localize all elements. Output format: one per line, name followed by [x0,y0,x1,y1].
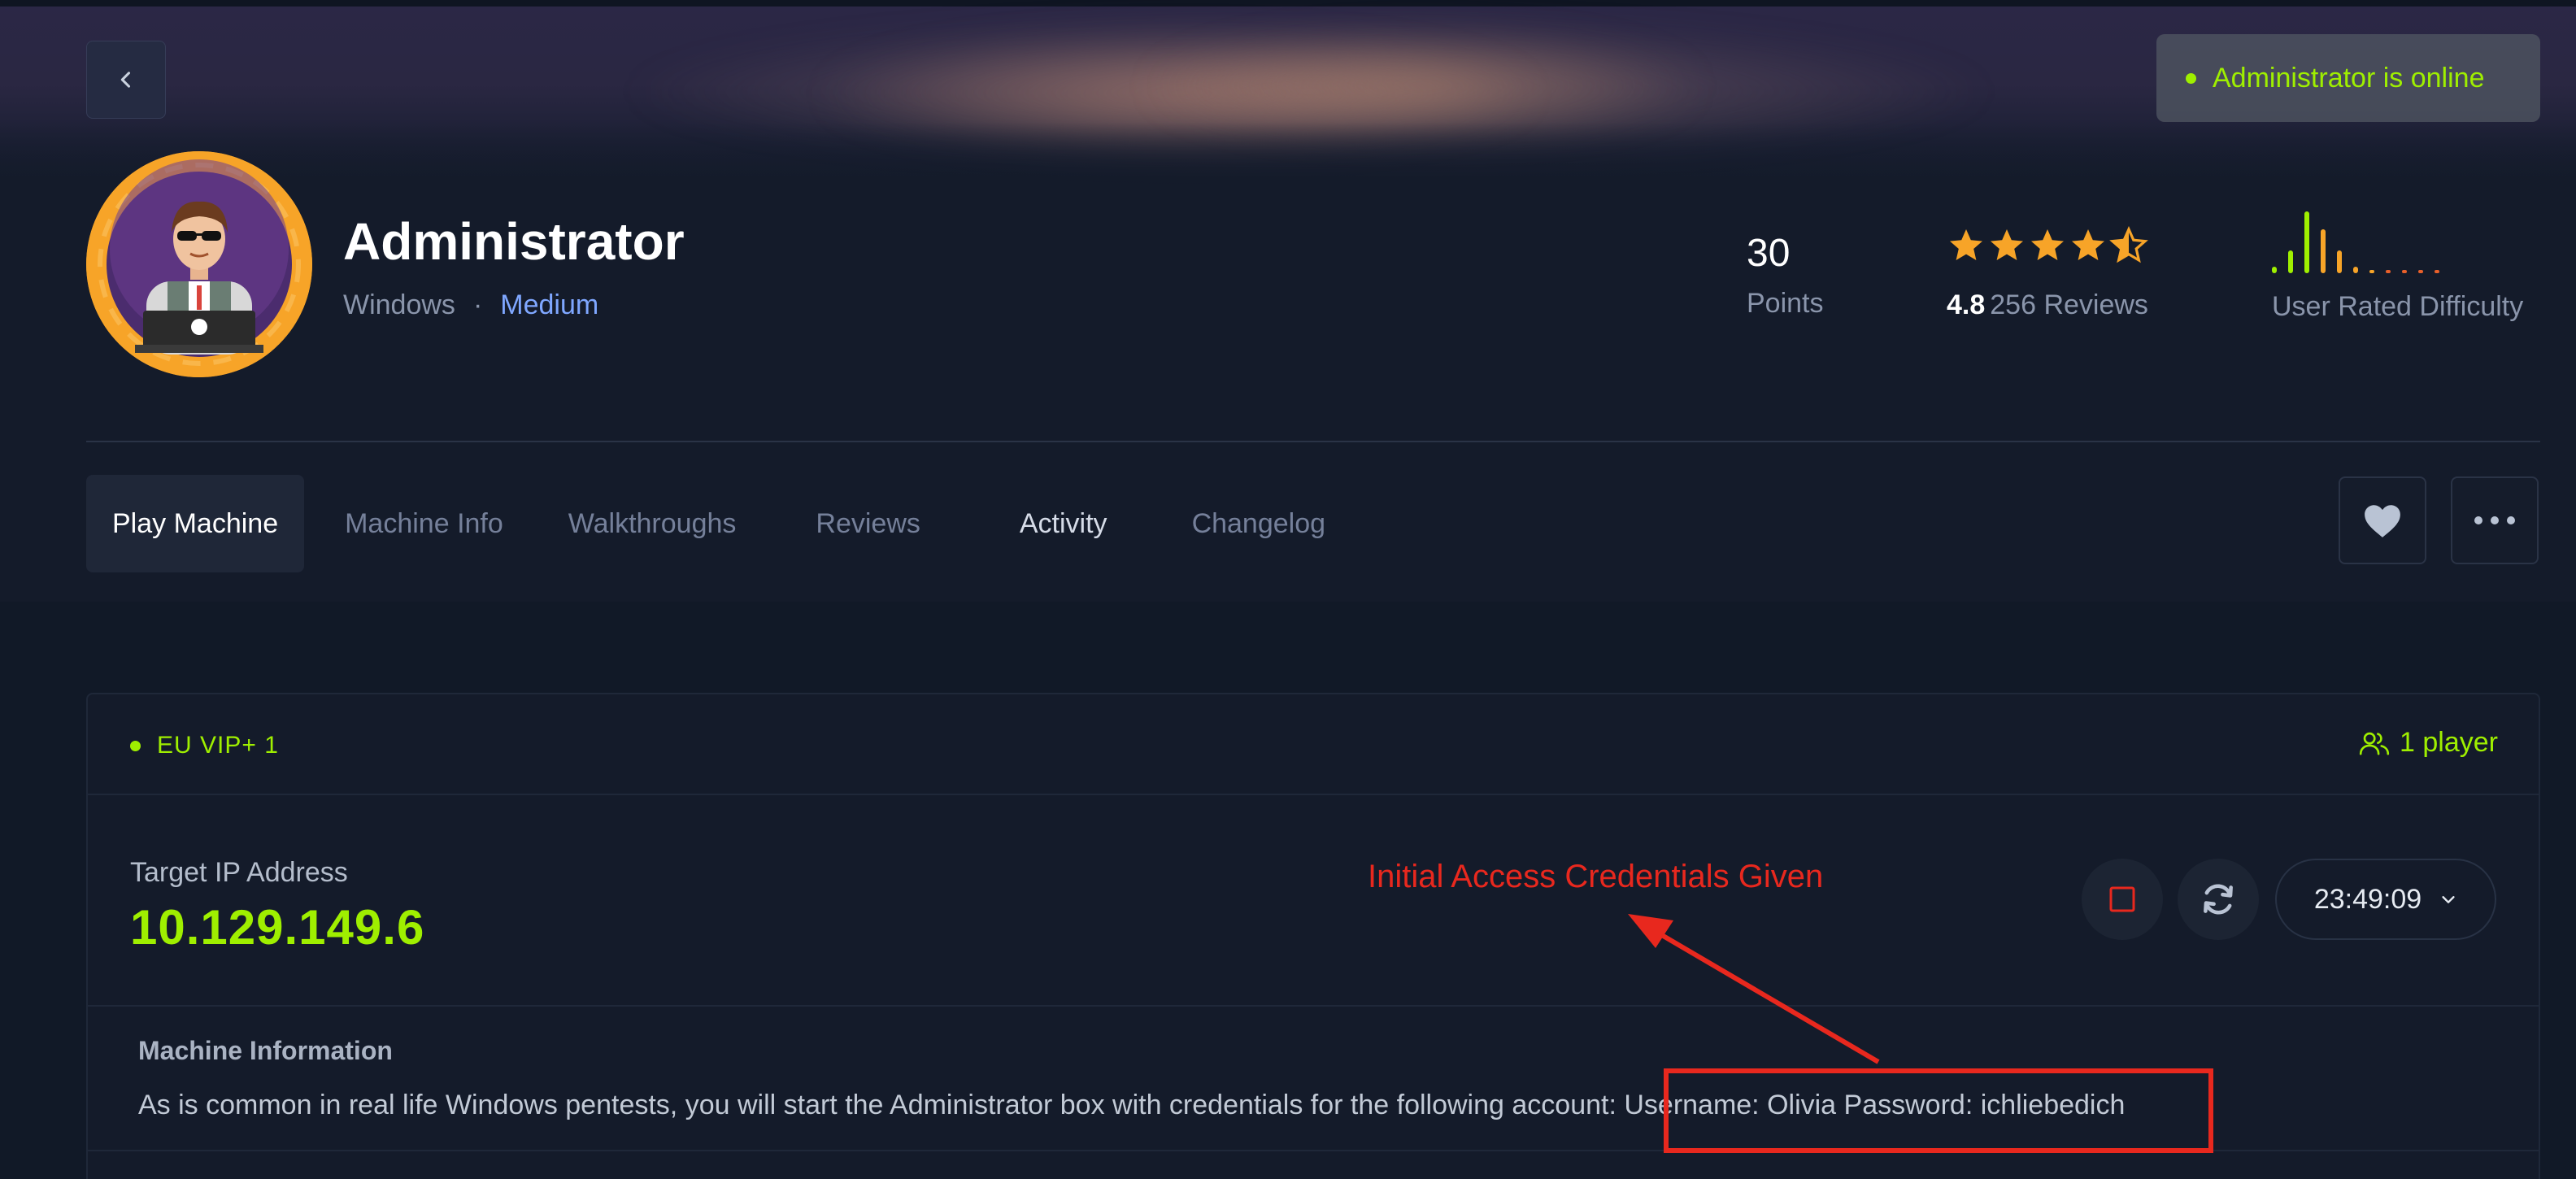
target-ip-value[interactable]: 10.129.149.6 [130,899,424,955]
server-status-dot-icon [130,740,141,751]
players-count-text: 1 player [2400,727,2498,758]
subtitle-separator: · [472,289,483,320]
online-dot-icon [2186,72,2196,84]
chevron-down-icon [2442,896,2455,903]
header-divider [86,441,2540,442]
machine-subtitle: Windows · Medium [343,289,598,321]
star-icon [1991,229,2023,260]
card-separator [88,1005,2539,1007]
rating-stars [1947,226,2148,265]
tab-walkthroughs[interactable]: Walkthroughs [568,475,737,572]
tab-bar: Play Machine Machine Info Walkthroughs R… [86,475,1325,572]
machine-avatar-illustration [86,151,312,377]
stop-machine-button[interactable] [2082,859,2163,940]
reviews-count[interactable]: 256 Reviews [1990,289,2148,320]
heart-icon [2365,505,2400,537]
user-rated-difficulty-label: User Rated Difficulty [2272,291,2524,322]
more-horizontal-icon [2474,516,2515,524]
star-icon [2031,229,2064,260]
machine-information-label: Machine Information [138,1036,393,1065]
online-status-text: Administrator is online [2213,62,2485,94]
annotation-highlight-box [1664,1068,2213,1153]
users-icon [2359,732,2390,755]
difficulty-chart [2272,211,2439,273]
players-count[interactable]: 1 player [2359,727,2498,759]
tab-machine-info[interactable]: Machine Info [345,475,503,572]
refresh-icon [2204,884,2233,915]
machine-os: Windows [343,289,455,320]
machine-difficulty: Medium [500,289,599,320]
machine-timer-dropdown[interactable]: 23:49:09 [2275,859,2496,940]
rating-value: 4.8 [1947,289,1986,320]
online-status-badge: Administrator is online [2156,34,2540,122]
star-half-icon [2109,226,2148,263]
favorite-button[interactable] [2339,476,2426,564]
server-name: EU VIP+ 1 [157,732,279,759]
tab-changelog[interactable]: Changelog [1192,475,1325,572]
tab-play-machine[interactable]: Play Machine [86,475,305,572]
back-button[interactable] [86,41,166,119]
stop-icon [2109,886,2135,912]
more-options-button[interactable] [2451,476,2539,564]
server-indicator: EU VIP+ 1 [130,732,279,759]
star-icon [2072,229,2104,260]
banner-top-edge [0,0,2576,7]
card-header: EU VIP+ 1 1 player [88,694,2539,795]
tab-activity[interactable]: Activity [1020,475,1107,572]
target-ip-label: Target IP Address [130,857,348,888]
points-label: Points [1747,288,1824,319]
chevron-left-icon [120,72,131,88]
annotation-text: Initial Access Credentials Given [1368,859,1824,894]
machine-title: Administrator [343,212,685,271]
tab-reviews[interactable]: Reviews [816,475,920,572]
machine-avatar [86,151,312,377]
rating-summary: 4.8 256 Reviews [1947,289,2148,321]
banner-fade [0,122,2576,187]
points-value: 30 [1747,232,1791,275]
star-icon [1950,229,1982,260]
reset-machine-button[interactable] [2178,859,2259,940]
machine-timer-value: 23:49:09 [2313,883,2422,915]
